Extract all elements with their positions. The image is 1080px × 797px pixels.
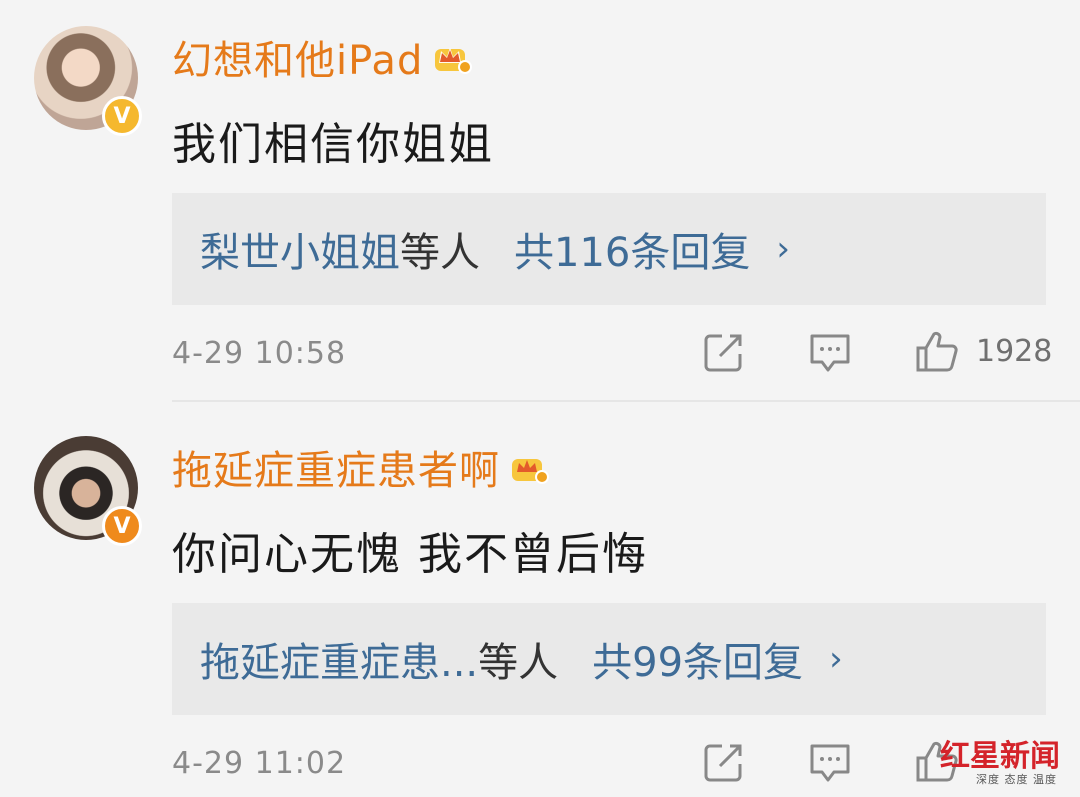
comment-text: 你问心无愧 我不曾后悔 bbox=[172, 529, 648, 580]
watermark-title: 红星新闻 bbox=[940, 739, 1060, 774]
reply-count-link[interactable]: 共99条回复 bbox=[592, 630, 803, 688]
like-count: 1928 bbox=[976, 334, 1053, 369]
replies-expander[interactable]: 梨世小姐姐 等人 共116条回复 › bbox=[172, 193, 1046, 305]
avatar[interactable]: V bbox=[34, 436, 142, 546]
news-watermark-logo: 红星新闻 深度 态度 温度 bbox=[940, 731, 1070, 791]
verified-badge-icon: V bbox=[102, 506, 142, 546]
crown-icon bbox=[433, 39, 473, 75]
comment-text: 我们相信你姐姐 bbox=[172, 119, 494, 170]
comment-item: V 拖延症重症患者啊 你问心无愧 我不曾后悔 拖延症重症患... 等人 共99条… bbox=[0, 410, 1080, 797]
reply-author-link[interactable]: 梨世小姐姐 bbox=[200, 220, 400, 278]
watermark-slogan: 深度 态度 温度 bbox=[976, 773, 1057, 786]
chevron-right-icon: › bbox=[776, 229, 790, 269]
replies-expander[interactable]: 拖延症重症患... 等人 共99条回复 › bbox=[172, 603, 1046, 715]
crown-icon bbox=[510, 449, 550, 485]
reply-count-link[interactable]: 共116条回复 bbox=[514, 220, 750, 278]
share-icon[interactable] bbox=[700, 738, 748, 786]
username-link[interactable]: 幻想和他iPad bbox=[172, 28, 473, 86]
reply-author-link[interactable]: 拖延症重症患... bbox=[200, 630, 478, 688]
comment-icon[interactable] bbox=[806, 328, 854, 376]
chevron-right-icon: › bbox=[829, 639, 843, 679]
reply-others-label: 等人 bbox=[400, 230, 480, 276]
avatar[interactable]: V bbox=[34, 26, 142, 136]
like-icon[interactable] bbox=[912, 328, 960, 376]
comment-icon[interactable] bbox=[806, 738, 854, 786]
comment-timestamp: 4-29 10:58 bbox=[172, 336, 347, 371]
comment-actions: 1928 bbox=[700, 328, 1060, 376]
verified-badge-icon: V bbox=[102, 96, 142, 136]
comment-divider bbox=[172, 400, 1080, 402]
reply-others-label: 等人 bbox=[478, 640, 559, 686]
username-text: 幻想和他iPad bbox=[172, 38, 424, 84]
comment-timestamp: 4-29 11:02 bbox=[172, 746, 347, 781]
username-text: 拖延症重症患者啊 bbox=[172, 448, 500, 494]
username-link[interactable]: 拖延症重症患者啊 bbox=[172, 438, 550, 496]
share-icon[interactable] bbox=[700, 328, 748, 376]
comment-item: V 幻想和他iPad 我们相信你姐姐 梨世小姐姐 等人 共116条回复 › 4-… bbox=[0, 0, 1080, 400]
